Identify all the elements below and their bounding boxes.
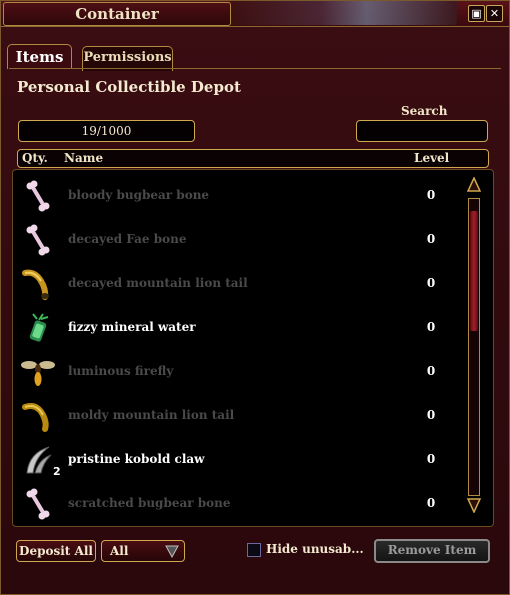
item-level: 0 — [426, 452, 436, 466]
item-level: 0 — [426, 408, 436, 422]
item-level: 0 — [426, 232, 436, 246]
item-name: moldy mountain lion tail — [68, 408, 235, 422]
depot-title: Personal Collectible Depot — [17, 78, 241, 96]
item-name: pristine kobold claw — [68, 452, 205, 466]
bone-icon — [26, 488, 50, 520]
title-bar-decoration — [231, 1, 457, 25]
item-level: 0 — [426, 188, 436, 202]
hide-unusable-checkbox[interactable] — [247, 543, 261, 557]
filter-dropdown[interactable]: All — [101, 540, 185, 562]
level-column-header[interactable]: Level — [414, 151, 449, 165]
list-item[interactable]: decayed Fae bone 0 — [13, 218, 493, 262]
item-level: 0 — [426, 364, 436, 378]
potion-icon — [29, 313, 49, 342]
container-window: Container ▣ ✕ Items Permissions Personal… — [0, 0, 510, 595]
deposit-all-button[interactable]: Deposit All — [16, 540, 96, 562]
scroll-down-icon[interactable] — [467, 497, 481, 513]
scroll-up-icon[interactable] — [467, 177, 481, 193]
list-item[interactable]: 2 pristine kobold claw 0 — [13, 438, 493, 482]
tail-icon — [22, 403, 49, 432]
item-name: fizzy mineral water — [68, 320, 196, 334]
name-column-header[interactable]: Name — [64, 151, 103, 165]
item-name: bloody bugbear bone — [68, 188, 210, 202]
claw-icon — [26, 446, 52, 474]
filter-value: All — [110, 544, 129, 558]
title-bar[interactable]: Container ▣ ✕ — [1, 1, 509, 27]
search-label: Search — [401, 104, 448, 118]
item-list: bloody bugbear bone 0 decayed Fae bone 0… — [12, 169, 494, 527]
list-item[interactable]: luminous firefly 0 — [13, 350, 493, 394]
item-level: 0 — [426, 496, 436, 510]
item-name: decayed Fae bone — [68, 232, 187, 246]
tail-icon — [22, 269, 49, 300]
item-name: scratched bugbear bone — [68, 496, 231, 510]
pin-icon[interactable]: ▣ — [468, 5, 485, 22]
capacity-value: 19/1000 — [81, 124, 132, 138]
hide-unusable-label: Hide unusab... — [266, 542, 364, 556]
bone-icon — [26, 224, 50, 256]
list-item[interactable]: decayed mountain lion tail 0 — [13, 262, 493, 306]
list-item[interactable]: fizzy mineral water 0 — [13, 306, 493, 350]
item-level: 0 — [426, 276, 436, 290]
search-input[interactable] — [356, 120, 488, 142]
item-quantity: 2 — [53, 465, 61, 478]
close-icon[interactable]: ✕ — [486, 5, 503, 22]
column-header: Qty. Name Level — [17, 149, 489, 168]
bone-icon — [26, 180, 50, 212]
dropdown-arrow-icon — [165, 545, 179, 559]
item-name: luminous firefly — [68, 364, 174, 378]
list-item[interactable]: scratched bugbear bone 0 — [13, 482, 493, 526]
list-item[interactable]: bloody bugbear bone 0 — [13, 174, 493, 218]
list-item[interactable]: moldy mountain lion tail 0 — [13, 394, 493, 438]
tab-items[interactable]: Items — [7, 44, 72, 69]
window-title: Container — [3, 2, 231, 26]
scrollbar[interactable] — [468, 198, 480, 496]
item-level: 0 — [426, 320, 436, 334]
qty-column-header[interactable]: Qty. — [22, 151, 48, 165]
remove-item-button[interactable]: Remove Item — [374, 539, 490, 563]
scrollbar-thumb[interactable] — [470, 211, 478, 331]
firefly-icon — [21, 361, 55, 386]
capacity-display: 19/1000 — [18, 120, 195, 142]
item-name: decayed mountain lion tail — [68, 276, 248, 290]
